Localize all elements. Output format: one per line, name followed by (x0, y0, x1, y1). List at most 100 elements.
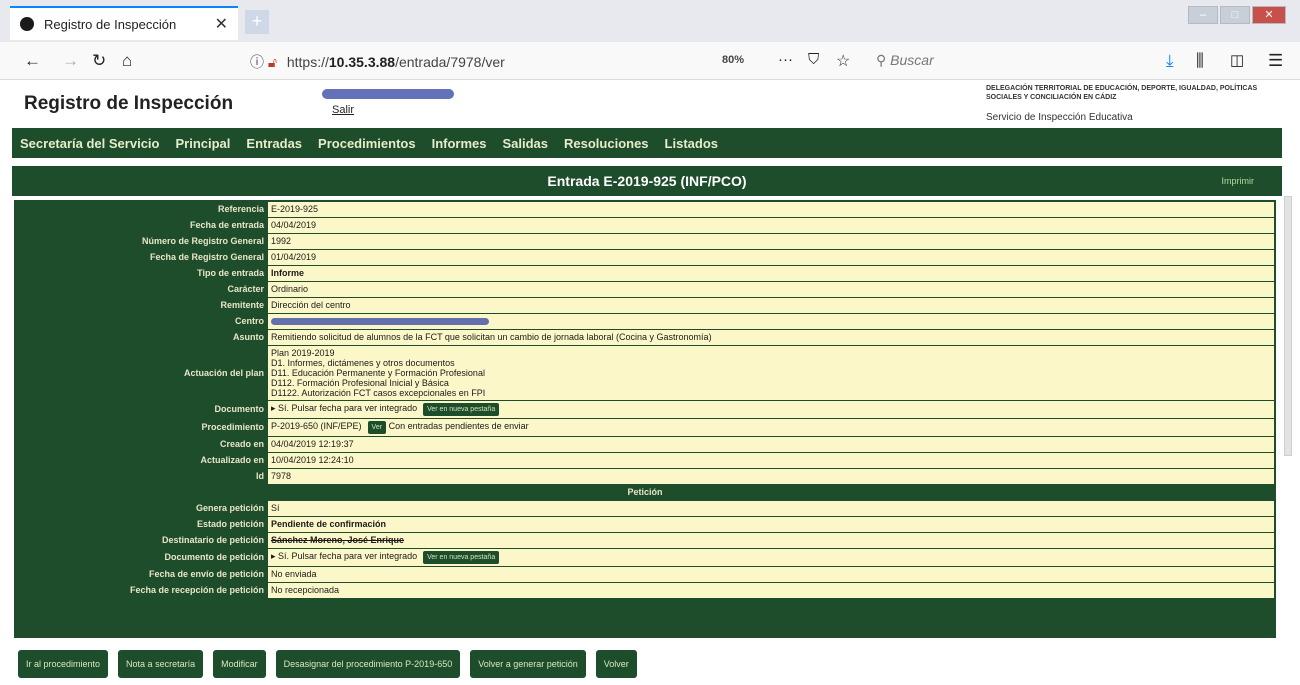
open-new-tab-button[interactable]: Ver en nueva pestaña (423, 403, 500, 416)
table-row: Fecha de envío de petición No enviada (15, 566, 1275, 583)
redacted-username (322, 89, 454, 99)
field-value: ▸ Sí. Pulsar fecha para ver integrado Ver… (267, 400, 1275, 419)
table-row: Genera petición Sí (15, 500, 1275, 517)
scrollbar-thumb[interactable] (1284, 196, 1292, 456)
downloads-icon[interactable]: ⤓ (1166, 51, 1174, 71)
url-bar[interactable]: ⓘ 🔓︎ https://10.35.3.88/entrada/7978/ver (250, 52, 505, 72)
field-label: Documento de petición (15, 548, 268, 567)
field-label: Fecha de Registro General (15, 249, 268, 266)
bookmark-star-icon[interactable]: ☆ (836, 51, 850, 71)
close-window-button[interactable]: ✕ (1252, 6, 1286, 24)
new-tab-button[interactable]: + (245, 10, 269, 34)
field-label: Remitente (15, 297, 268, 314)
plan-line: D112. Formación Profesional Inicial y Bá… (271, 378, 449, 388)
delegacion-heading: DELEGACIÓN TERRITORIAL DE EDUCACIÓN, DEP… (986, 85, 1258, 101)
field-value: 04/04/2019 12:19:37 (267, 436, 1275, 453)
maximize-button[interactable]: □ (1220, 6, 1250, 24)
view-procedimiento-button[interactable]: Ver (367, 421, 387, 434)
table-row: Actuación del plan Plan 2019-2019 D1. In… (15, 345, 1275, 401)
forward-icon[interactable]: → (62, 51, 79, 71)
field-label: Centro (15, 313, 268, 330)
back-button[interactable]: Volver (595, 650, 637, 678)
table-row: Documento de petición ▸ Sí. Pulsar fecha… (15, 548, 1275, 567)
window-controls: – □ ✕ (1188, 6, 1286, 24)
field-value: Informe (267, 265, 1275, 282)
table-row: Procedimiento P-2019-650 (INF/EPE) Ver Co… (15, 418, 1275, 437)
documento-peticion-link[interactable]: ▸ Sí. Pulsar fecha para ver integrado (271, 551, 417, 561)
sidebar-icon[interactable]: ◫ (1230, 51, 1244, 69)
field-label: Fecha de recepción de petición (15, 582, 268, 599)
regenerate-request-button[interactable]: Volver a generar petición (470, 650, 586, 678)
nav-resoluciones[interactable]: Resoluciones (564, 136, 649, 151)
nav-procedimientos[interactable]: Procedimientos (318, 136, 416, 151)
table-row: Actualizado en 10/04/2019 12:24:10 (15, 452, 1275, 469)
action-buttons: Ir al procedimiento Nota a secretaría Mo… (18, 650, 637, 678)
table-row: Creado en 04/04/2019 12:19:37 (15, 436, 1275, 453)
plan-line: D1122. Autorización FCT casos excepciona… (271, 388, 486, 398)
plan-line: D11. Educación Permanente y Formación Pr… (271, 368, 485, 378)
nav-secretaria[interactable]: Secretaría del Servicio (20, 136, 159, 151)
pocket-icon[interactable]: ⛉ (808, 51, 819, 68)
url-prefix: https:// (286, 54, 329, 70)
note-to-secretary-button[interactable]: Nota a secretaría (118, 650, 204, 678)
logout-link[interactable]: Salir (332, 104, 354, 116)
redacted-centro (271, 318, 489, 326)
site-title: Registro de Inspección (24, 93, 234, 114)
table-row: Destinatario de petición Sánchez Moreno, … (15, 532, 1275, 549)
field-value: Ordinario (267, 281, 1275, 298)
field-value: Dirección del centro (267, 297, 1275, 314)
field-value: Remitiendo solicitud de alumnos de la FC… (267, 329, 1275, 346)
print-link[interactable]: Imprimir (1222, 166, 1255, 196)
field-value: Sánchez Moreno, José Enrique (267, 532, 1275, 549)
unassign-procedure-button[interactable]: Desasignar del procedimiento P-2019-650 (275, 650, 461, 678)
reload-icon[interactable]: ↻ (92, 51, 106, 71)
table-row: Petición (15, 484, 1275, 501)
info-icon[interactable]: ⓘ (250, 54, 264, 70)
table-row: Estado petición Pendiente de confirmación (15, 516, 1275, 533)
field-value: Plan 2019-2019 D1. Informes, dictámenes … (267, 345, 1275, 401)
library-icon[interactable]: ⫼ (1196, 51, 1204, 71)
modify-button[interactable]: Modificar (213, 650, 266, 678)
field-label: Actuación del plan (15, 345, 268, 401)
nav-salidas[interactable]: Salidas (502, 136, 548, 151)
open-new-tab-button[interactable]: Ver en nueva pestaña (423, 551, 500, 564)
zoom-level[interactable]: 80% (722, 54, 744, 66)
page-actions-icon[interactable]: ··· (778, 51, 793, 68)
plan-line: D1. Informes, dictámenes y otros documen… (271, 358, 455, 368)
main-nav: Secretaría del Servicio Principal Entrad… (12, 128, 1282, 158)
entry-title: Entrada E-2019-925 (INF/PCO) (547, 173, 747, 189)
nav-principal[interactable]: Principal (175, 136, 230, 151)
close-tab-icon[interactable]: ✕ (215, 14, 228, 34)
procedimiento-note: Con entradas pendientes de enviar (388, 421, 529, 431)
nav-informes[interactable]: Informes (432, 136, 487, 151)
back-icon[interactable]: ← (24, 51, 41, 71)
documento-link[interactable]: ▸ Sí. Pulsar fecha para ver integrado (271, 403, 417, 413)
plan-line: Plan 2019-2019 (271, 348, 335, 358)
table-row: Documento ▸ Sí. Pulsar fecha para ver in… (15, 400, 1275, 419)
table-row: Carácter Ordinario (15, 281, 1275, 298)
field-label: Carácter (15, 281, 268, 298)
browser-tab[interactable]: Registro de Inspección ✕ (10, 6, 238, 40)
nav-entradas[interactable]: Entradas (246, 136, 302, 151)
scrollbar[interactable] (1282, 84, 1294, 674)
field-value: 10/04/2019 12:24:10 (267, 452, 1275, 469)
field-label: Fecha de entrada (15, 217, 268, 234)
browser-nav-bar: ← → ↻ ⌂ ⓘ 🔓︎ https://10.35.3.88/entrada/… (0, 42, 1300, 80)
insecure-lock-icon[interactable]: 🔓︎ (268, 54, 277, 70)
go-to-procedure-button[interactable]: Ir al procedimiento (18, 650, 109, 678)
menu-icon[interactable]: ☰ (1268, 51, 1283, 71)
tab-title: Registro de Inspección (44, 16, 177, 32)
field-value: P-2019-650 (INF/EPE) Ver Con entradas pen… (267, 418, 1275, 437)
table-row: Referencia E-2019-925 (15, 201, 1275, 218)
url-path: /entrada/7978/ver (395, 54, 505, 70)
search-icon: ⚲ (876, 52, 891, 68)
servicio-label: Servicio de Inspección Educativa (986, 112, 1133, 123)
table-row: Remitente Dirección del centro (15, 297, 1275, 314)
table-row: Fecha de recepción de petición No recepci… (15, 582, 1275, 599)
home-icon[interactable]: ⌂ (122, 51, 132, 71)
field-label: Asunto (15, 329, 268, 346)
nav-listados[interactable]: Listados (665, 136, 718, 151)
minimize-button[interactable]: – (1188, 6, 1218, 24)
search-box[interactable]: ⚲ Buscar (876, 52, 934, 69)
field-value: Pendiente de confirmación (267, 516, 1275, 533)
